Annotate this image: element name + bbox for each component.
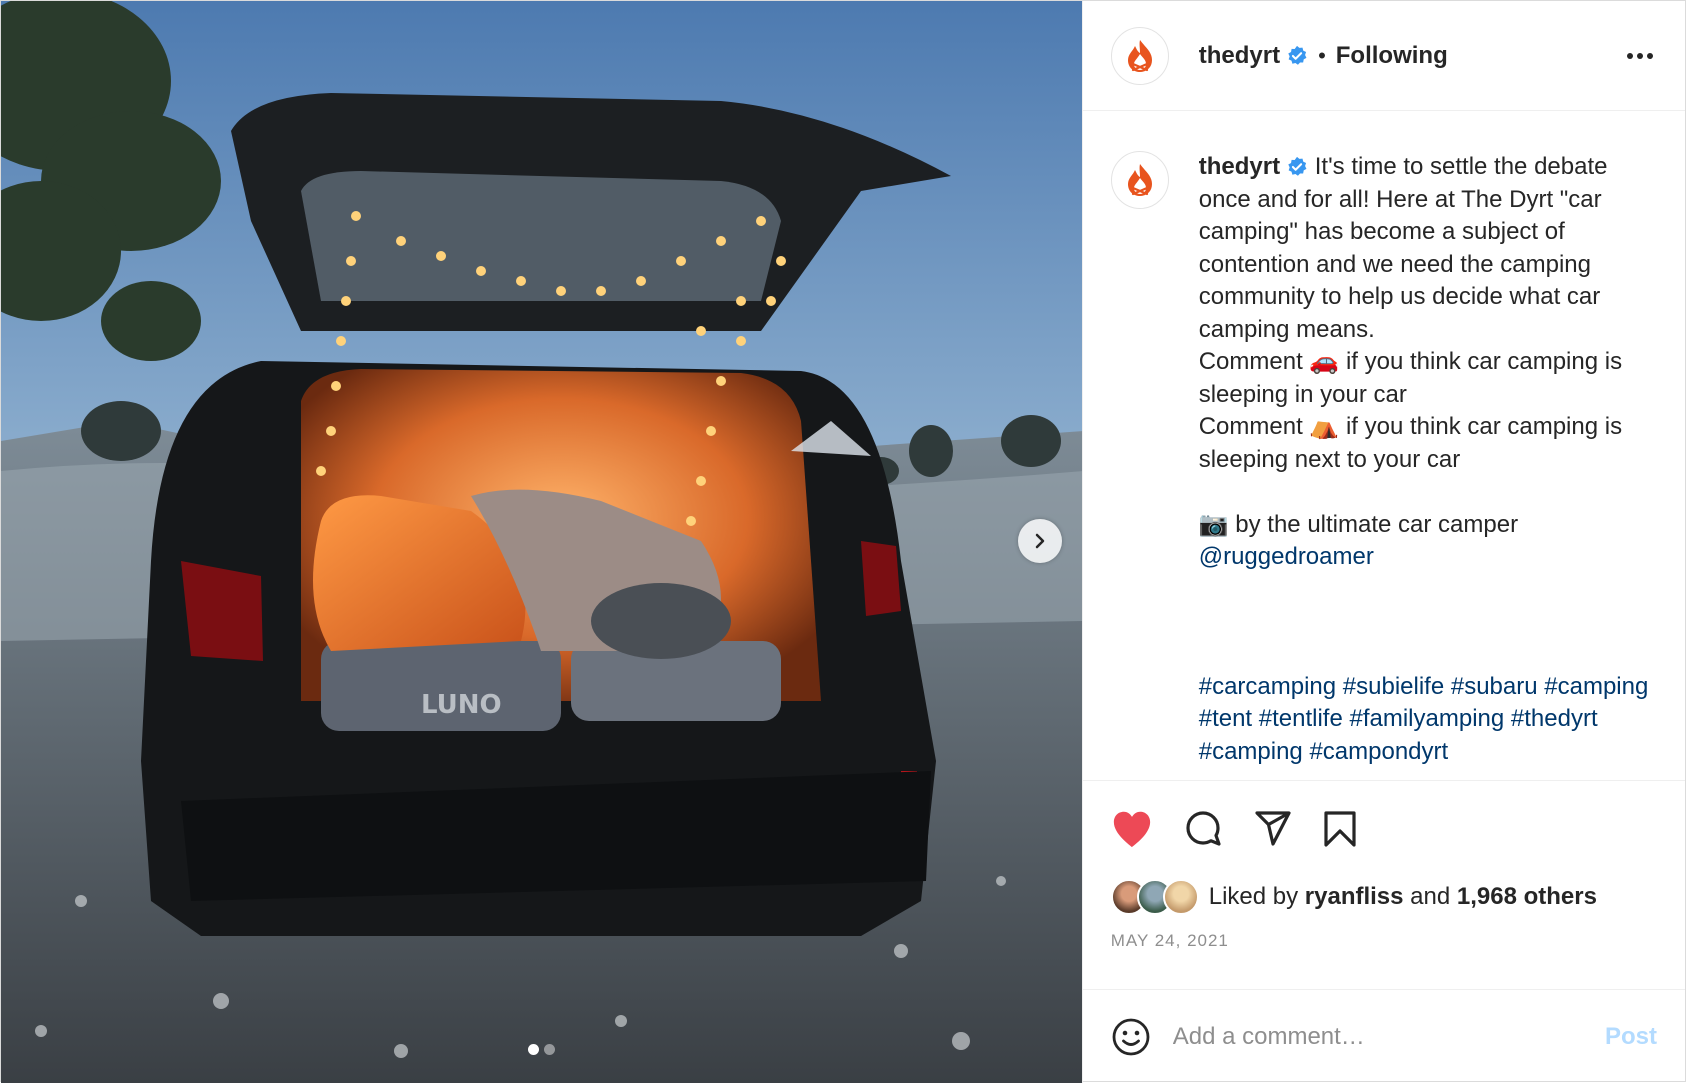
verified-badge-icon	[1288, 156, 1307, 176]
caption-avatar[interactable]	[1110, 151, 1169, 209]
caption-username[interactable]: thedyrt	[1199, 153, 1280, 180]
post-header: thedyrt • Following	[1082, 1, 1685, 111]
likes-count[interactable]: 1,968 others	[1457, 883, 1597, 911]
emoji-button[interactable]	[1111, 1017, 1151, 1057]
post-side-panel: thedyrt • Following thedyrt It's time to…	[1081, 1, 1685, 1083]
following-button[interactable]: Following	[1336, 42, 1448, 70]
caption-text-intro: It's time to settle the debate once and …	[1198, 153, 1608, 343]
liked-by-user[interactable]: ryanfliss	[1305, 883, 1404, 911]
header-separator: •	[1318, 42, 1326, 68]
liker-avatars[interactable]	[1110, 879, 1199, 915]
post-actions: Liked by ryanfliss and 1,968 others MAY …	[1082, 780, 1685, 989]
post-media[interactable]: LUNO	[1, 1, 1082, 1083]
hashtags[interactable]: #carcamping #subielife #subaru #camping …	[1199, 671, 1655, 769]
avatar[interactable]	[1162, 879, 1199, 915]
chevron-right-icon	[1035, 533, 1045, 549]
likes-prefix: Liked by	[1208, 883, 1299, 910]
comment-icon	[1186, 811, 1221, 846]
mention-link[interactable]: @ruggedroamer	[1199, 541, 1655, 574]
caption-area: thedyrt It's time to settle the debate o…	[1083, 111, 1685, 780]
post-comment-button[interactable]: Post	[1605, 1023, 1657, 1051]
more-options-icon	[1627, 52, 1633, 59]
comment-button[interactable]	[1183, 809, 1223, 849]
carousel-dot-active[interactable]	[527, 1044, 539, 1055]
comment-input[interactable]	[1172, 1022, 1605, 1051]
carousel-dot[interactable]	[543, 1044, 555, 1055]
post-photo: LUNO	[1, 1, 1082, 1083]
caption-photo-credit: 📷 by the ultimate car camper	[1198, 510, 1519, 538]
more-options-button[interactable]	[1623, 45, 1657, 67]
carousel-dots	[1, 1044, 1082, 1055]
save-button[interactable]	[1323, 810, 1357, 848]
post-date[interactable]: MAY 24, 2021	[1111, 931, 1657, 989]
mattress-logo-text: LUNO	[421, 690, 502, 720]
bookmark-icon	[1324, 811, 1356, 847]
action-icons-row	[1111, 781, 1657, 877]
instagram-post: LUNO thedyrt • Following thedyrt It's ti…	[0, 0, 1686, 1083]
caption-text-option-tent: Comment ⛺ if you think car camping is sl…	[1198, 413, 1623, 473]
comment-box: Post	[1082, 989, 1685, 1083]
smiley-icon	[1112, 1018, 1150, 1055]
likes-and: and	[1410, 883, 1451, 910]
heart-icon	[1113, 811, 1150, 848]
header-username[interactable]: thedyrt	[1199, 42, 1280, 70]
share-icon	[1255, 811, 1291, 846]
carousel-next-button[interactable]	[1018, 519, 1062, 563]
campfire-logo-icon	[1127, 39, 1152, 72]
campfire-logo-icon	[1127, 164, 1152, 196]
avatar[interactable]	[1110, 26, 1169, 85]
verified-badge-icon	[1288, 45, 1307, 65]
like-button[interactable]	[1111, 810, 1153, 848]
post-caption: thedyrt It's time to settle the debate o…	[1199, 151, 1655, 780]
share-button[interactable]	[1253, 809, 1293, 849]
likes-summary: Liked by ryanfliss and 1,968 others	[1110, 877, 1657, 917]
caption-text-option-car: Comment 🚗 if you think car camping is sl…	[1198, 348, 1623, 408]
